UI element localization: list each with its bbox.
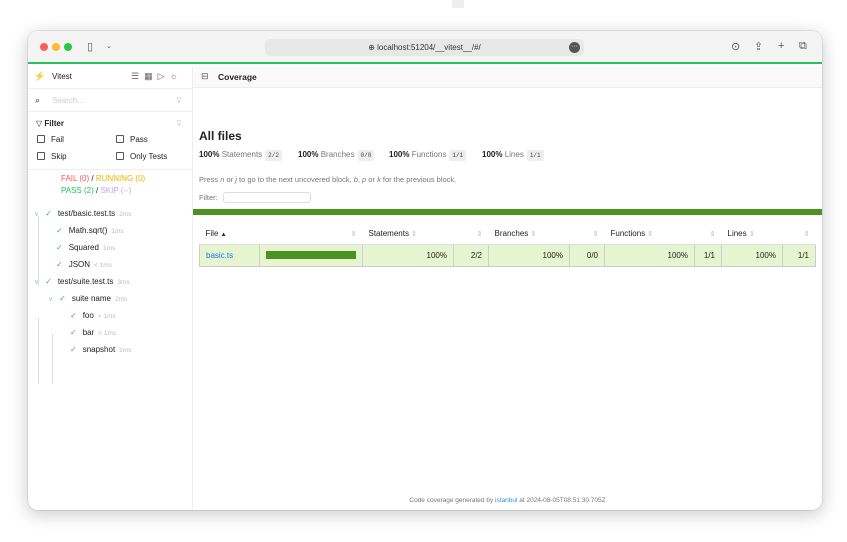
cell-functions: 100% — [604, 243, 695, 267]
list-icon[interactable]: ☰ — [131, 71, 144, 81]
coverage-bar — [266, 251, 356, 259]
test-item[interactable]: ∨ ✓ test/suite.test.ts 3ms — [34, 277, 130, 286]
sidebar: ⚡ Vitest ☰▦▷☼ ⌕ Search... ⊽ ▽ Filter ⊽ F… — [28, 66, 193, 510]
filter-label: Filter — [44, 119, 64, 128]
maximize-button[interactable] — [64, 43, 72, 51]
footer-timestamp: at 2024-08-05T08:51:30.705Z — [517, 497, 606, 504]
filter-label: Filter: — [199, 193, 218, 202]
main-header — [193, 66, 822, 88]
cell-branches_frac: 0/0 — [569, 243, 605, 267]
check-icon: ✓ — [45, 277, 52, 286]
test-item[interactable]: ✓ snapshot 1ms — [70, 345, 131, 354]
cell-branches: 100% — [488, 243, 570, 267]
column-header[interactable]: Lines ⇕ — [721, 224, 783, 245]
column-header[interactable]: ⇕ — [453, 224, 489, 245]
stat-lines: 100% Lines 1/1 — [482, 150, 544, 161]
chevron-down-icon[interactable]: ⌄ — [106, 42, 112, 50]
cell-functions_frac: 1/1 — [694, 243, 722, 267]
column-header[interactable]: File ▲ — [199, 224, 260, 245]
column-header[interactable]: ⇕ — [259, 224, 363, 245]
check-icon: ✓ — [56, 226, 63, 235]
cell-lines: 100% — [721, 243, 783, 267]
test-item[interactable]: ✓ Squared 1ms — [56, 243, 115, 252]
filter-skip[interactable]: Skip — [37, 152, 67, 161]
run-icon[interactable]: ▷ — [158, 71, 170, 81]
search-input[interactable]: Search... — [52, 96, 84, 105]
column-header[interactable]: Branches ⇕ — [488, 224, 570, 245]
sidebar-toggle-icon[interactable]: ▯ — [87, 40, 93, 53]
footer: Code coverage generated by istanbul at 2… — [193, 496, 822, 505]
check-icon: ✓ — [56, 260, 63, 269]
toolbar-icons: ☰▦▷☼ — [131, 71, 183, 82]
share-icon[interactable]: ⇪ — [754, 40, 763, 53]
table-row: basic.ts 100% 2/2 100% 0/0 100% 1/1 100% 1/1 — [199, 243, 816, 267]
summary-line-2: PASS (2) / SKIP (--) — [61, 186, 132, 195]
title-bar: ▯ ⌄ ⊕ localhost:51204/__vitest__/#/ ··· ⊙… — [28, 31, 822, 64]
filter-only-tests[interactable]: Only Tests — [116, 152, 167, 161]
tabs-overview-icon[interactable]: ⧉ — [799, 40, 807, 53]
navigation-hint: Press n or j to go to the next uncovered… — [199, 175, 457, 184]
test-item[interactable]: ✓ Math.sqrt() 1ms — [56, 226, 124, 235]
close-button[interactable] — [40, 43, 48, 51]
column-header[interactable]: ⇕ — [569, 224, 605, 245]
page-title: All files — [199, 129, 242, 143]
dashboard-icon[interactable]: ▦ — [144, 71, 158, 81]
coverage-status-bar — [193, 209, 822, 215]
vitest-logo-icon: ⚡ — [34, 71, 46, 81]
footer-text-prefix: Code coverage generated by — [409, 497, 496, 504]
address-bar[interactable]: ⊕ localhost:51204/__vitest__/#/ ··· — [265, 39, 584, 56]
chevron-down-icon[interactable]: ∨ — [48, 296, 53, 303]
app-name: Vitest — [52, 72, 72, 81]
test-item[interactable]: ✓ JSON < 1ms — [56, 260, 112, 269]
new-tab-icon[interactable]: + — [778, 40, 784, 52]
stat-functions: 100% Functions 1/1 — [389, 150, 467, 161]
istanbul-link[interactable]: istanbul — [495, 497, 517, 504]
column-header[interactable]: Functions ⇕ — [604, 224, 695, 245]
column-header[interactable]: Statements ⇕ — [362, 224, 454, 245]
check-icon: ✓ — [70, 328, 77, 337]
check-icon: ✓ — [56, 243, 63, 252]
check-icon: ✓ — [59, 294, 66, 303]
check-icon: ✓ — [70, 311, 77, 320]
test-item[interactable]: ✓ foo < 1ms — [70, 311, 116, 320]
cell-statements: 100% — [362, 243, 454, 267]
filter-fail[interactable]: Fail — [37, 135, 64, 144]
tab-coverage[interactable]: Coverage — [218, 72, 257, 82]
stat-branches: 100% Branches 0/0 — [298, 150, 375, 161]
main-panel: ⊟ Coverage All files 100% Statements 2/2 1… — [193, 66, 822, 510]
test-item[interactable]: ∨ ✓ test/basic.test.ts 2ms — [34, 209, 131, 218]
clear-search-icon[interactable]: ⊽ — [176, 96, 182, 105]
filter-pass[interactable]: Pass — [116, 135, 148, 144]
top-tab-indicator — [452, 0, 464, 8]
filter-header: ▽ Filter — [36, 119, 64, 128]
theme-icon[interactable]: ☼ — [170, 71, 183, 81]
stat-statements: 100% Statements 2/2 — [199, 150, 282, 161]
coverage-table: File ▲ ⇕ Statements ⇕ ⇕ Branches ⇕ ⇕ Functions… — [199, 224, 816, 267]
filter-input[interactable] — [223, 192, 311, 203]
cell-lines_frac: 1/1 — [782, 243, 816, 267]
file-link[interactable]: basic.ts — [206, 251, 233, 260]
download-icon[interactable]: ⊙ — [731, 40, 740, 53]
clear-filter-icon[interactable]: ⊽ — [176, 119, 182, 128]
test-item[interactable]: ∨ ✓ suite name 2ms — [48, 294, 127, 303]
minimize-button[interactable] — [52, 43, 60, 51]
column-header[interactable]: ⇕ — [694, 224, 722, 245]
cell-statements_frac: 2/2 — [453, 243, 489, 267]
coverage-icon: ⊟ — [201, 71, 209, 81]
column-header[interactable]: ⇕ — [782, 224, 816, 245]
more-icon[interactable]: ··· — [569, 42, 580, 53]
check-icon: ✓ — [70, 345, 77, 354]
browser-window: ▯ ⌄ ⊕ localhost:51204/__vitest__/#/ ··· ⊙… — [28, 31, 822, 510]
summary-line-1: FAIL (0) / RUNNING (0) — [61, 174, 146, 183]
test-item[interactable]: ✓ bar < 1ms — [70, 328, 116, 337]
search-icon: ⌕ — [35, 95, 41, 105]
globe-icon: ⊕ — [368, 43, 378, 52]
url-text: localhost:51204/__vitest__/#/ — [377, 43, 481, 52]
check-icon: ✓ — [45, 209, 52, 218]
